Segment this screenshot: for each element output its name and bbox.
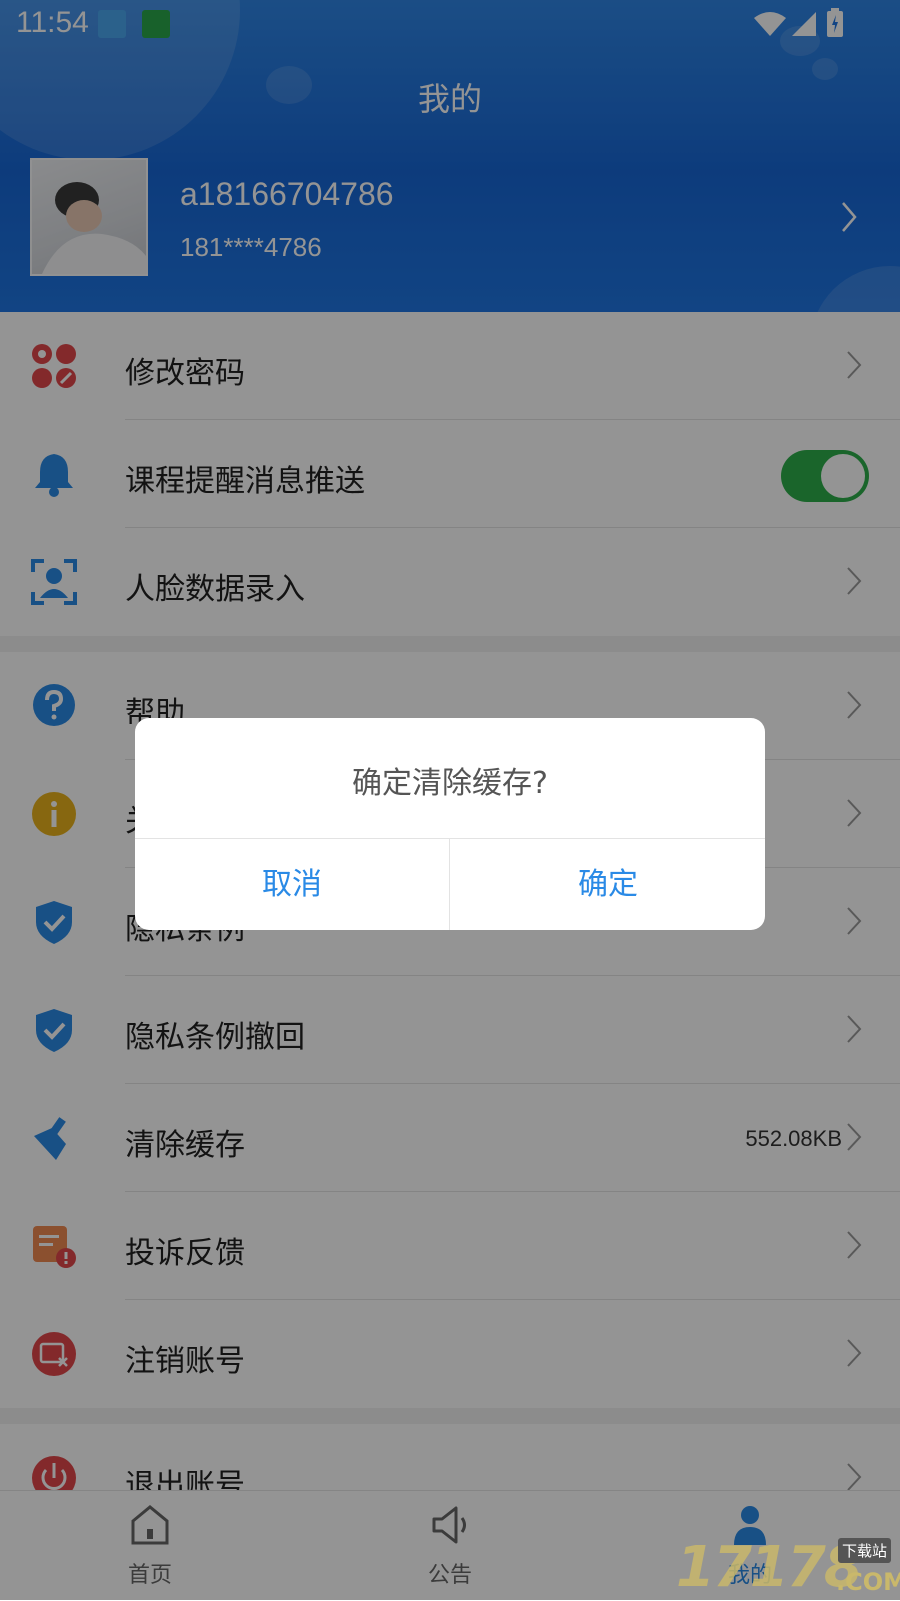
- divider: [449, 838, 450, 930]
- watermark-badge: 下载站: [838, 1538, 892, 1563]
- watermark-suffix: .COM: [836, 1568, 900, 1596]
- confirm-dialog: 确定清除缓存? 取消 确定: [135, 718, 765, 930]
- confirm-button[interactable]: 确定: [451, 839, 765, 930]
- site-watermark: 17178: [676, 1535, 863, 1600]
- dialog-message: 确定清除缓存?: [352, 766, 548, 801]
- cancel-button[interactable]: 取消: [135, 839, 449, 930]
